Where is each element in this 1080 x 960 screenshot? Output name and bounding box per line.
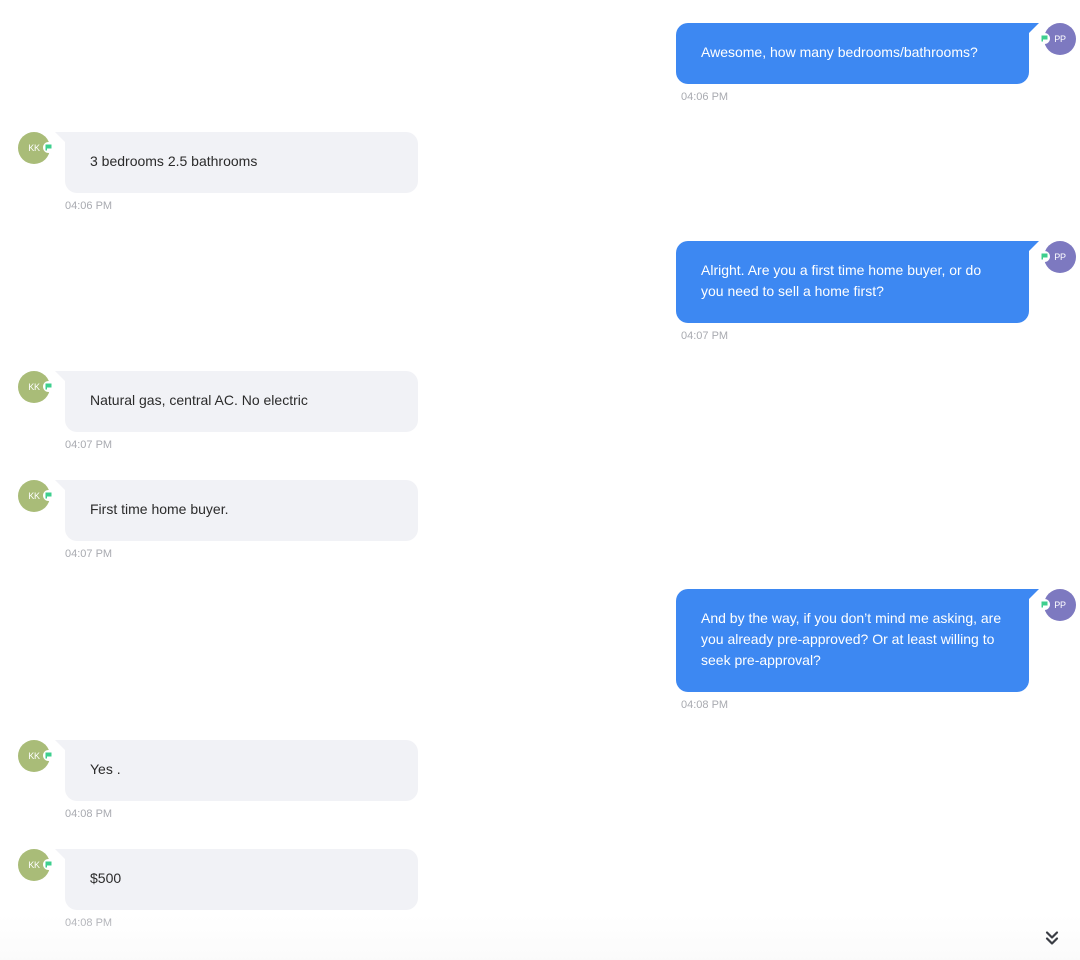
message-flag-icon	[1039, 599, 1050, 610]
message-flag-icon	[43, 142, 54, 153]
bubble-tail	[1029, 241, 1039, 251]
message-time: 04:08 PM	[65, 917, 113, 929]
message-text: First time home buyer.	[90, 501, 229, 517]
bottom-fade	[0, 915, 1080, 960]
message-text: Awesome, how many bedrooms/bathrooms?	[701, 44, 978, 60]
message-text: Yes .	[90, 761, 121, 777]
message-bubble: Yes .	[65, 740, 418, 801]
message-text: 3 bedrooms 2.5 bathrooms	[90, 153, 258, 169]
message-time: 04:07 PM	[65, 548, 113, 560]
double-chevron-down-icon	[1045, 931, 1059, 945]
message-text: Natural gas, central AC. No electric	[90, 392, 308, 408]
bubble-tail	[55, 371, 65, 381]
message-bubble: $500	[65, 849, 418, 910]
message-time: 04:06 PM	[681, 91, 729, 103]
message-flag-icon	[43, 381, 54, 392]
message-flag-icon	[43, 750, 54, 761]
message-text: $500	[90, 870, 122, 886]
message-bubble: First time home buyer.	[65, 480, 418, 541]
bubble-tail	[55, 480, 65, 490]
message-bubble: Alright. Are you a first time home buyer…	[676, 241, 1029, 323]
message-text: And by the way, if you don’t mind me ask…	[701, 610, 1002, 668]
message-flag-icon	[43, 859, 54, 870]
message-text: Alright. Are you a first time home buyer…	[701, 262, 982, 299]
message-time: 04:07 PM	[681, 330, 729, 342]
message-time: 04:08 PM	[65, 808, 113, 820]
bubble-tail	[55, 849, 65, 859]
message-flag-icon	[1039, 251, 1050, 262]
scroll-to-bottom-button[interactable]	[1040, 927, 1064, 951]
message-bubble: 3 bedrooms 2.5 bathrooms	[65, 132, 418, 193]
message-bubble: Natural gas, central AC. No electric	[65, 371, 418, 432]
message-flag-icon	[43, 490, 54, 501]
message-time: 04:07 PM	[65, 439, 113, 451]
bubble-tail	[55, 132, 65, 142]
message-bubble: And by the way, if you don’t mind me ask…	[676, 589, 1029, 692]
message-time: 04:06 PM	[65, 200, 113, 212]
chat-thread: Awesome, how many bedrooms/bathrooms? 04…	[0, 0, 1080, 960]
bubble-tail	[1029, 23, 1039, 33]
message-time: 04:08 PM	[681, 699, 729, 711]
message-bubble: Awesome, how many bedrooms/bathrooms?	[676, 23, 1029, 84]
bubble-tail	[55, 740, 65, 750]
message-flag-icon	[1039, 33, 1050, 44]
bubble-tail	[1029, 589, 1039, 599]
